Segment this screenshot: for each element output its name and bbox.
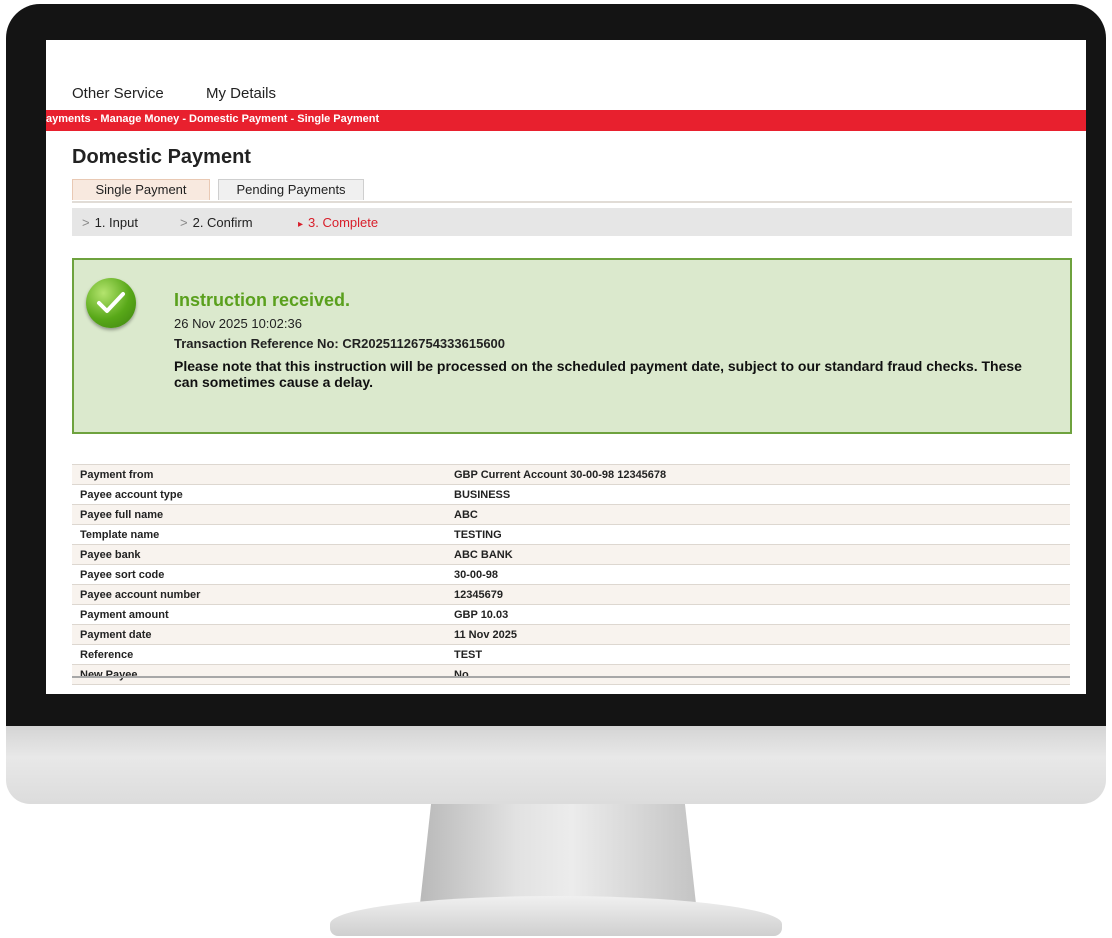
- detail-value: 11 Nov 2025: [446, 624, 1070, 645]
- monitor-base: [330, 896, 782, 936]
- page-title: Domestic Payment: [72, 146, 251, 168]
- chevron-right-icon: >: [82, 215, 90, 230]
- detail-value: TEST: [446, 644, 1070, 665]
- breadcrumb: ayments - Manage Money - Domestic Paymen…: [46, 113, 380, 125]
- nav-item-other-service[interactable]: Other Service: [72, 85, 164, 102]
- table-row: Payment amount GBP 10.03: [72, 604, 1070, 625]
- detail-value: No: [446, 664, 1070, 685]
- detail-label: Payment amount: [72, 604, 446, 625]
- step-label: 2. Confirm: [192, 215, 253, 230]
- detail-label: Reference: [72, 644, 446, 665]
- detail-label: Payment from: [72, 464, 446, 485]
- confirmation-datetime: 26 Nov 2025 10:02:36: [174, 316, 302, 331]
- breadcrumb-bar: ayments - Manage Money - Domestic Paymen…: [46, 110, 1086, 131]
- table-row: Reference TEST: [72, 644, 1070, 665]
- detail-label: Payee sort code: [72, 564, 446, 585]
- detail-label: Payee account number: [72, 584, 446, 605]
- detail-value: 12345679: [446, 584, 1070, 605]
- tab-pending-payments[interactable]: Pending Payments: [218, 179, 364, 200]
- transaction-reference: Transaction Reference No: CR202511267543…: [174, 336, 505, 351]
- reference-value: CR20251126754333615600: [342, 336, 506, 351]
- detail-value: TESTING: [446, 524, 1070, 545]
- monitor-chin: [6, 726, 1106, 804]
- step-label: 3. Complete: [308, 215, 379, 230]
- step-complete: ▸ 3. Complete: [298, 215, 378, 230]
- table-row: New Payee No: [72, 664, 1070, 685]
- confirmation-title: Instruction received.: [174, 290, 351, 310]
- table-row: Payee sort code 30-00-98: [72, 564, 1070, 585]
- payment-details-table: Payment from GBP Current Account 30-00-98…: [72, 464, 1070, 685]
- detail-label: Payment date: [72, 624, 446, 645]
- table-row: Payee bank ABC BANK: [72, 544, 1070, 565]
- table-row: Payee account type BUSINESS: [72, 484, 1070, 505]
- nav-item-my-details[interactable]: My Details: [206, 85, 276, 102]
- detail-label: Payee full name: [72, 504, 446, 525]
- detail-label: New Payee: [72, 664, 446, 685]
- top-navigation: Other Service My Details: [46, 40, 1086, 110]
- triangle-right-icon: ▸: [298, 219, 304, 230]
- reference-label: Transaction Reference No:: [174, 336, 339, 351]
- step-input: >1. Input: [82, 215, 138, 230]
- detail-label: Payee account type: [72, 484, 446, 505]
- table-row: Payment date 11 Nov 2025: [72, 624, 1070, 645]
- table-row: Payee full name ABC: [72, 504, 1070, 525]
- table-row: Payment from GBP Current Account 30-00-98…: [72, 464, 1070, 485]
- table-row: Template name TESTING: [72, 524, 1070, 545]
- tab-single-payment[interactable]: Single Payment: [72, 179, 210, 200]
- detail-value: GBP Current Account 30-00-98 12345678: [446, 464, 1070, 485]
- detail-label: Template name: [72, 524, 446, 545]
- progress-steps: >1. Input >2. Confirm ▸ 3. Complete: [72, 208, 1072, 236]
- divider: [72, 676, 1070, 678]
- detail-value: 30-00-98: [446, 564, 1070, 585]
- tab-bar: Single Payment Pending Payments: [72, 179, 1072, 203]
- monitor-stand: [420, 804, 696, 904]
- confirmation-panel: Instruction received. 26 Nov 2025 10:02:…: [72, 258, 1072, 434]
- processing-note: Please note that this instruction will b…: [174, 358, 1022, 390]
- detail-value: ABC BANK: [446, 544, 1070, 565]
- step-confirm: >2. Confirm: [180, 215, 253, 230]
- detail-value: ABC: [446, 504, 1070, 525]
- monitor-screen: Other Service My Details ayments - Manag…: [46, 40, 1086, 694]
- check-circle-icon: [86, 278, 136, 328]
- table-row: Payee account number 12345679: [72, 584, 1070, 605]
- detail-label: Payee bank: [72, 544, 446, 565]
- detail-value: GBP 10.03: [446, 604, 1070, 625]
- chevron-right-icon: >: [180, 215, 188, 230]
- step-label: 1. Input: [94, 215, 138, 230]
- detail-value: BUSINESS: [446, 484, 1070, 505]
